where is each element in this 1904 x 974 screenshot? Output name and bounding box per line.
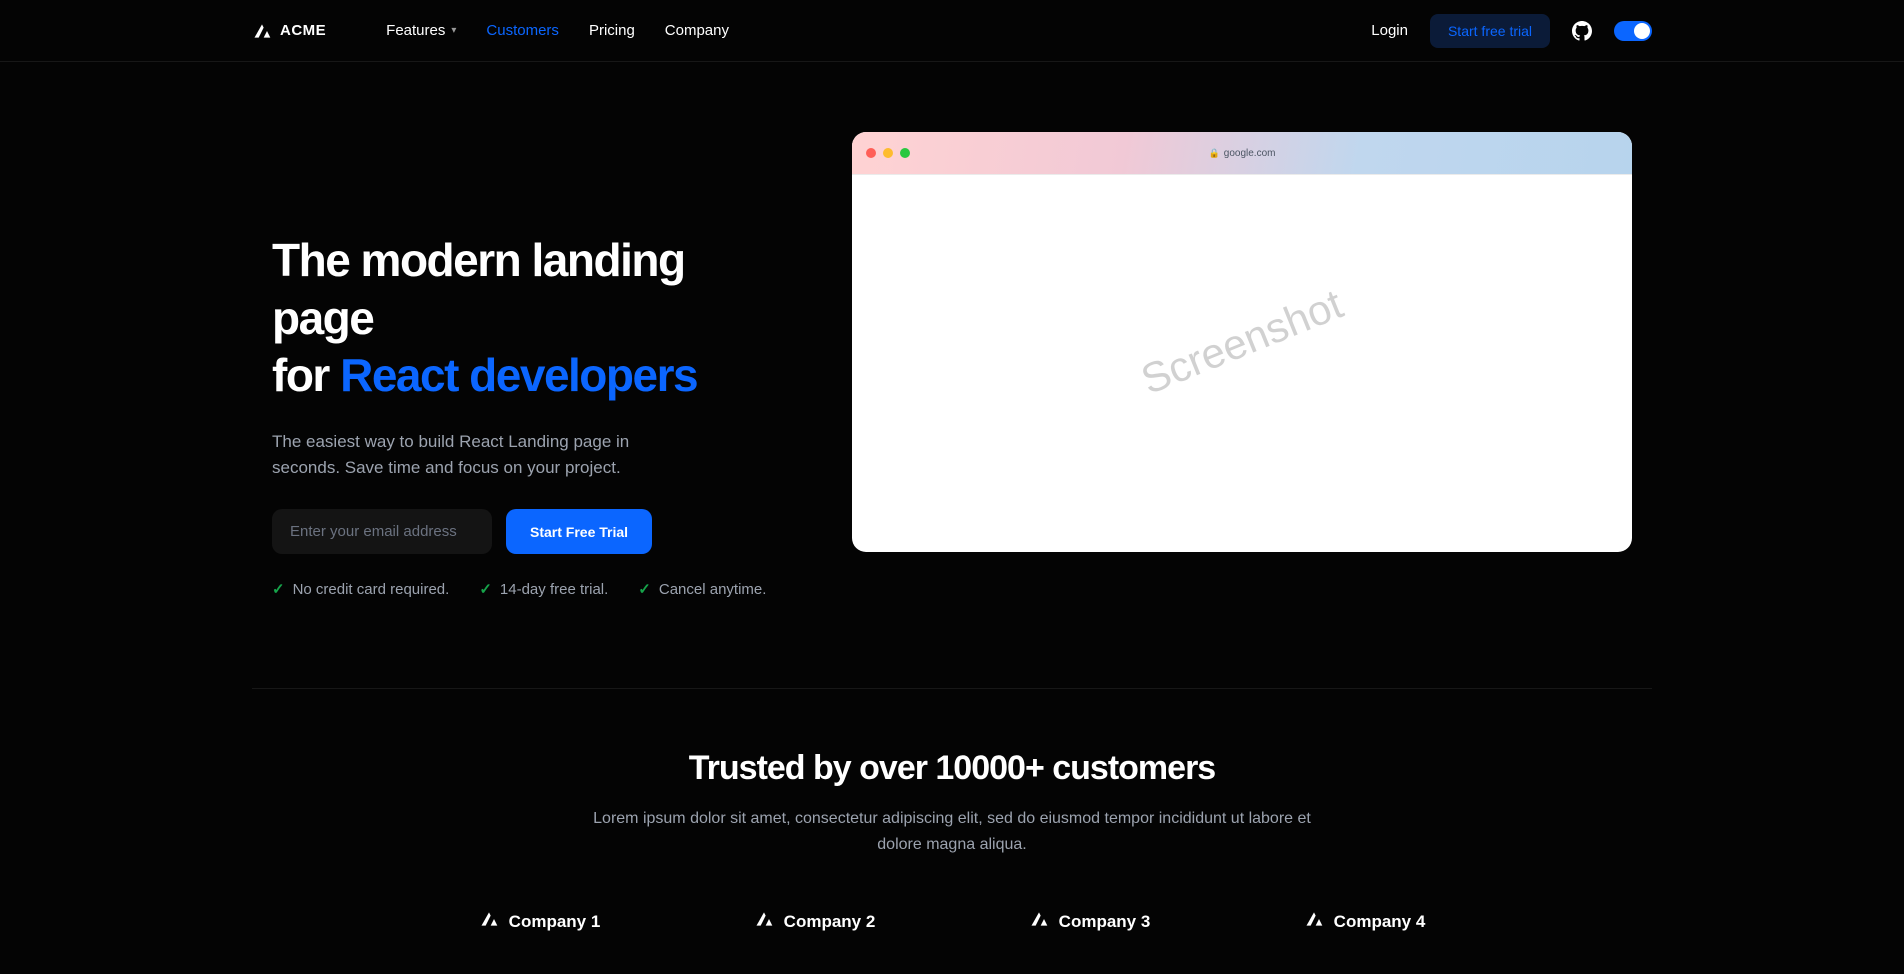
company-name: Company 2 bbox=[784, 912, 876, 932]
nav-item-customers[interactable]: Customers bbox=[486, 22, 559, 39]
hero-title-line1: The modern landing page bbox=[272, 234, 685, 344]
trusted-section: Trusted by over 10000+ customers Lorem i… bbox=[252, 689, 1652, 974]
benefit-text: No credit card required. bbox=[293, 581, 450, 598]
trusted-heading: Trusted by over 10000+ customers bbox=[272, 749, 1632, 788]
logo[interactable]: ACME bbox=[252, 21, 326, 41]
benefits-row: ✓ No credit card required. ✓ 14-day free t… bbox=[272, 580, 792, 598]
start-trial-button-nav[interactable]: Start free trial bbox=[1430, 14, 1550, 48]
check-icon: ✓ bbox=[638, 580, 651, 598]
company-logo-icon bbox=[754, 909, 774, 934]
logo-icon bbox=[252, 21, 272, 41]
hero-mock: 🔒 google.com Screenshot bbox=[852, 132, 1632, 552]
github-icon[interactable] bbox=[1572, 21, 1592, 41]
theme-toggle[interactable] bbox=[1614, 21, 1652, 41]
window-zoom-icon bbox=[900, 148, 910, 158]
browser-url: 🔒 google.com bbox=[1209, 148, 1276, 159]
trusted-subtitle: Lorem ipsum dolor sit amet, consectetur … bbox=[592, 806, 1312, 857]
company-name: Company 1 bbox=[509, 912, 601, 932]
company-item: Company 3 bbox=[1029, 909, 1151, 934]
window-minimize-icon bbox=[883, 148, 893, 158]
signup-row: Start Free Trial bbox=[272, 509, 792, 554]
login-link[interactable]: Login bbox=[1371, 22, 1408, 39]
company-name: Company 3 bbox=[1059, 912, 1151, 932]
nav-item-label: Pricing bbox=[589, 22, 635, 39]
company-item: Company 4 bbox=[1304, 909, 1426, 934]
browser-mock-window: 🔒 google.com Screenshot bbox=[852, 132, 1632, 552]
start-trial-button-hero[interactable]: Start Free Trial bbox=[506, 509, 652, 554]
lock-icon: 🔒 bbox=[1209, 148, 1220, 159]
nav-item-features[interactable]: Features ▾ bbox=[386, 22, 456, 39]
nav-item-company[interactable]: Company bbox=[665, 22, 729, 39]
benefit-item: ✓ No credit card required. bbox=[272, 580, 449, 598]
hero-title-accent: React developers bbox=[340, 349, 697, 401]
hero-title-line2-prefix: for bbox=[272, 349, 340, 401]
nav-item-label: Company bbox=[665, 22, 729, 39]
company-logo-icon bbox=[1029, 909, 1049, 934]
check-icon: ✓ bbox=[272, 580, 285, 598]
benefit-item: ✓ 14-day free trial. bbox=[479, 580, 608, 598]
company-logo-icon bbox=[479, 909, 499, 934]
brand-name: ACME bbox=[280, 22, 326, 39]
check-icon: ✓ bbox=[479, 580, 492, 598]
window-close-icon bbox=[866, 148, 876, 158]
nav-item-label: Customers bbox=[486, 22, 559, 39]
chevron-down-icon: ▾ bbox=[451, 25, 456, 36]
browser-titlebar: 🔒 google.com bbox=[852, 132, 1632, 174]
benefit-text: 14-day free trial. bbox=[500, 581, 608, 598]
company-logo-icon bbox=[1304, 909, 1324, 934]
company-logos-row: Company 1 Company 2 Company 3 Company 4 bbox=[402, 909, 1502, 934]
benefit-text: Cancel anytime. bbox=[659, 581, 767, 598]
browser-url-text: google.com bbox=[1224, 148, 1276, 159]
nav-item-label: Features bbox=[386, 22, 445, 39]
nav-item-pricing[interactable]: Pricing bbox=[589, 22, 635, 39]
top-nav: ACME Features ▾ Customers Pricing Compan… bbox=[0, 0, 1904, 62]
hero-section: The modern landing page for React develo… bbox=[252, 62, 1652, 689]
email-input[interactable] bbox=[272, 509, 492, 554]
company-item: Company 2 bbox=[754, 909, 876, 934]
benefit-item: ✓ Cancel anytime. bbox=[638, 580, 766, 598]
hero-title: The modern landing page for React develo… bbox=[272, 232, 792, 405]
company-item: Company 1 bbox=[479, 909, 601, 934]
mock-watermark: Screenshot bbox=[1135, 280, 1350, 404]
company-name: Company 4 bbox=[1334, 912, 1426, 932]
hero-subtitle: The easiest way to build React Landing p… bbox=[272, 429, 632, 482]
nav-links: Features ▾ Customers Pricing Company bbox=[386, 22, 729, 39]
